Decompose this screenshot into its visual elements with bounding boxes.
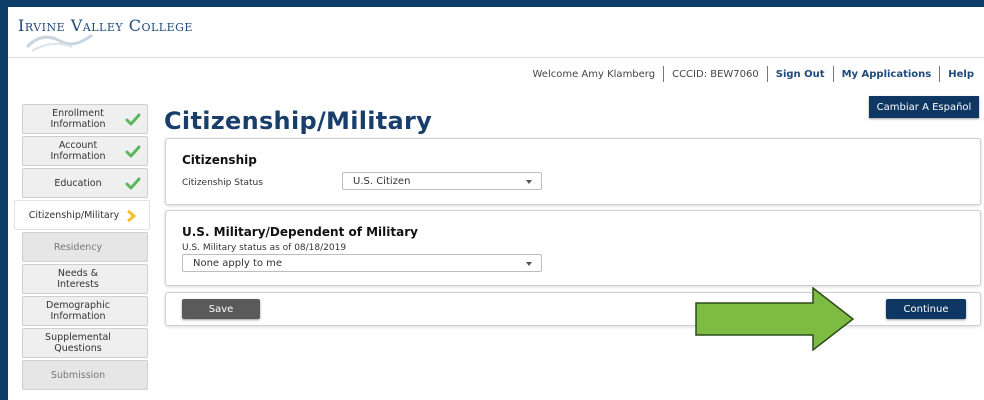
sidebar-item-submission[interactable]: Submission: [22, 360, 148, 390]
language-toggle-button[interactable]: Cambiar A Español: [869, 96, 979, 118]
arrow-right-icon: [695, 287, 855, 351]
sidebar-item-label: Submission: [50, 369, 106, 381]
sidebar-item-demographic-information[interactable]: Demographic Information: [22, 296, 148, 326]
ccid-text: CCCID: BEW7060: [672, 68, 759, 80]
save-button[interactable]: Save: [182, 299, 260, 319]
nav-divider: [832, 66, 834, 82]
action-bar: Save Continue: [165, 292, 981, 326]
nav-divider: [663, 66, 665, 82]
sidebar-item-label: Education: [54, 177, 102, 189]
page-title: Citizenship/Military: [164, 107, 433, 135]
citizenship-heading: Citizenship: [182, 153, 257, 167]
help-link[interactable]: Help: [948, 69, 974, 80]
sidebar-item-education[interactable]: Education: [22, 168, 148, 198]
nav-divider: [939, 66, 941, 82]
chevron-down-icon: [526, 262, 532, 266]
sidebar-item-supplemental-questions[interactable]: Supplemental Questions: [22, 328, 148, 358]
sidebar-item-needs-interests[interactable]: Needs & Interests: [22, 264, 148, 294]
check-icon: [125, 177, 141, 190]
sidebar-item-label: Citizenship/Military: [28, 209, 120, 221]
military-status-value: None apply to me: [193, 257, 283, 269]
nav-divider: [766, 66, 768, 82]
college-logo: Irvine Valley College: [18, 16, 193, 35]
military-status-select[interactable]: None apply to me: [182, 254, 542, 272]
continue-button[interactable]: Continue: [886, 299, 966, 319]
sidebar-item-residency[interactable]: Residency: [22, 232, 148, 262]
sidebar-item-enrollment-information[interactable]: Enrollment Information: [22, 104, 148, 134]
citizenship-status-label: Citizenship Status: [182, 178, 263, 188]
sidebar-item-label: Account Information: [50, 140, 106, 162]
welcome-text: Welcome Amy Klamberg: [532, 68, 656, 80]
my-applications-link[interactable]: My Applications: [842, 69, 932, 80]
sidebar-item-label: Needs & Interests: [57, 268, 99, 290]
check-icon: [125, 145, 141, 158]
sidebar-item-citizenship-military[interactable]: Citizenship/Military: [14, 200, 150, 230]
sidebar-item-label: Demographic Information: [46, 300, 110, 322]
app-window: Irvine Valley College Welcome Amy Klambe…: [8, 7, 984, 400]
military-status-label: U.S. Military status as of 08/18/2019: [182, 243, 347, 253]
check-icon: [125, 113, 141, 126]
citizenship-status-value: U.S. Citizen: [353, 175, 411, 187]
sidebar-item-label: Supplemental Questions: [45, 332, 111, 354]
sidebar-item-label: Enrollment Information: [50, 108, 106, 130]
citizenship-status-select[interactable]: U.S. Citizen: [342, 172, 542, 190]
application-steps-sidebar: Enrollment Information Account Informati…: [14, 104, 150, 392]
citizenship-panel: Citizenship Citizenship Status U.S. Citi…: [165, 138, 981, 205]
top-navigation: Welcome Amy Klamberg CCCID: BEW7060 Sign…: [532, 63, 974, 85]
chevron-down-icon: [526, 180, 532, 184]
military-panel: U.S. Military/Dependent of Military U.S.…: [165, 210, 981, 286]
header-banner: Irvine Valley College: [8, 7, 984, 58]
sidebar-item-label: Residency: [53, 241, 103, 253]
sign-out-link[interactable]: Sign Out: [776, 69, 825, 80]
military-heading: U.S. Military/Dependent of Military: [182, 225, 418, 239]
chevron-right-icon: [127, 210, 136, 222]
sidebar-item-account-information[interactable]: Account Information: [22, 136, 148, 166]
